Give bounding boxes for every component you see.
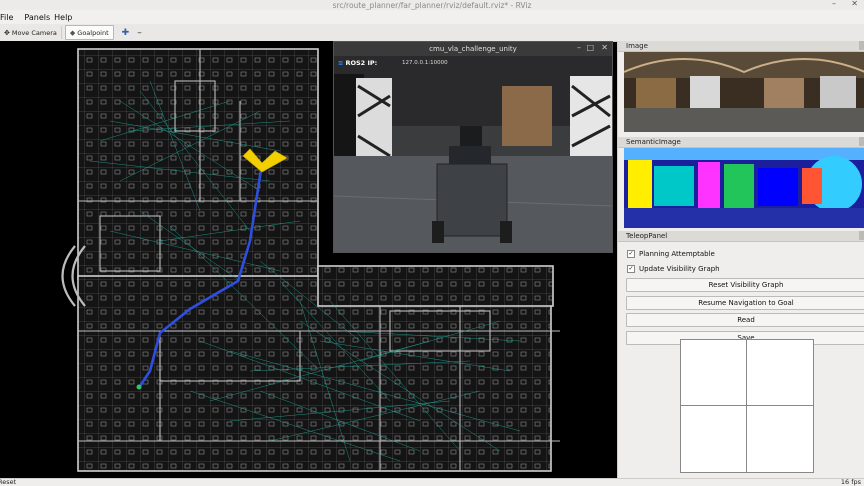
update-visibility-graph-checkbox[interactable]: ✓ Update Visibility Graph bbox=[627, 261, 864, 276]
planning-attemptable-checkbox[interactable]: ✓ Planning Attemptable bbox=[627, 246, 864, 261]
goalpoint-tool[interactable]: ◆ Goalpoint bbox=[64, 25, 114, 40]
sim-scene bbox=[334, 56, 612, 252]
panel-close-icon[interactable] bbox=[859, 41, 864, 50]
image-panel-title: Image bbox=[626, 42, 648, 50]
add-tool-button[interactable]: ✚ bbox=[118, 26, 134, 39]
menu-help[interactable]: Help bbox=[54, 13, 72, 22]
minus-icon: – bbox=[137, 27, 142, 38]
ros-logo-icon: ≋ bbox=[338, 59, 344, 67]
image-panel-view bbox=[624, 52, 864, 132]
goalpoint-icon: ◆ bbox=[69, 28, 76, 37]
sim-window-titlebar: cmu_vla_challenge_unity – □ ✕ bbox=[334, 42, 612, 56]
plus-icon: ✚ bbox=[121, 27, 130, 38]
reset-visibility-graph-button[interactable]: Reset Visibility Graph bbox=[626, 278, 864, 292]
start-point bbox=[136, 384, 142, 390]
window-titlebar: src/route_planner/far_planner/rviz/defau… bbox=[0, 0, 864, 10]
panel-close-icon[interactable] bbox=[859, 137, 864, 146]
resume-navigation-button[interactable]: Resume Navigation to Goal bbox=[626, 295, 864, 310]
sim-minimize-icon[interactable]: – bbox=[577, 43, 581, 52]
pad-horizontal-axis bbox=[681, 405, 813, 406]
ros-ip-label: ≋ ROS2 IP: bbox=[338, 59, 378, 67]
remove-tool-button[interactable]: – bbox=[133, 26, 146, 39]
sim-maximize-icon[interactable]: □ bbox=[586, 43, 594, 52]
minimize-icon[interactable]: – bbox=[832, 0, 836, 8]
teleop-panel-header[interactable]: TeleopPanel bbox=[618, 231, 864, 242]
menu-bar: File Panels Help bbox=[0, 10, 864, 24]
panorama-image bbox=[624, 52, 864, 132]
checkbox-icon[interactable]: ✓ bbox=[627, 264, 635, 273]
sim-close-icon[interactable]: ✕ bbox=[601, 43, 608, 52]
read-button[interactable]: Read bbox=[626, 313, 864, 327]
sim-camera-view: ≋ ROS2 IP: 127.0.0.1:10000 bbox=[334, 56, 612, 252]
panel-close-icon[interactable] bbox=[859, 231, 864, 240]
tool-bar: ✥ Move Camera ◆ Goalpoint ✚ – bbox=[0, 24, 864, 42]
sim-window[interactable]: cmu_vla_challenge_unity – □ ✕ ≋ ROS2 IP: bbox=[333, 41, 613, 253]
menu-file[interactable]: File bbox=[0, 13, 13, 22]
semantic-panel-header[interactable]: SemanticImage bbox=[618, 137, 864, 148]
move-camera-label: Move Camera bbox=[11, 28, 57, 37]
move-camera-icon: ✥ bbox=[4, 28, 10, 37]
checkbox-icon[interactable]: ✓ bbox=[627, 249, 635, 258]
ros-ip-value: 127.0.0.1:10000 bbox=[402, 60, 448, 66]
image-panel-header[interactable]: Image bbox=[618, 41, 864, 52]
menu-panels[interactable]: Panels bbox=[24, 13, 50, 22]
checkbox-label: Planning Attemptable bbox=[639, 249, 715, 258]
pad-vertical-axis bbox=[746, 340, 747, 472]
window-title: src/route_planner/far_planner/rviz/defau… bbox=[332, 0, 532, 10]
close-icon[interactable]: ✕ bbox=[851, 0, 858, 8]
teleop-joystick-pad[interactable] bbox=[680, 339, 814, 473]
semantic-panel-title: SemanticImage bbox=[626, 138, 681, 146]
teleop-panel-title: TeleopPanel bbox=[626, 232, 668, 240]
goalpoint-label: Goalpoint bbox=[77, 28, 109, 37]
side-panels: Image SemanticImage TeleopPanel ✓ Planni… bbox=[617, 41, 864, 478]
semantic-image bbox=[624, 148, 864, 228]
checkbox-label: Update Visibility Graph bbox=[639, 264, 720, 273]
move-camera-tool[interactable]: ✥ Move Camera bbox=[0, 26, 62, 39]
semantic-panel-view bbox=[624, 148, 864, 228]
sim-window-title: cmu_vla_challenge_unity bbox=[429, 45, 517, 53]
